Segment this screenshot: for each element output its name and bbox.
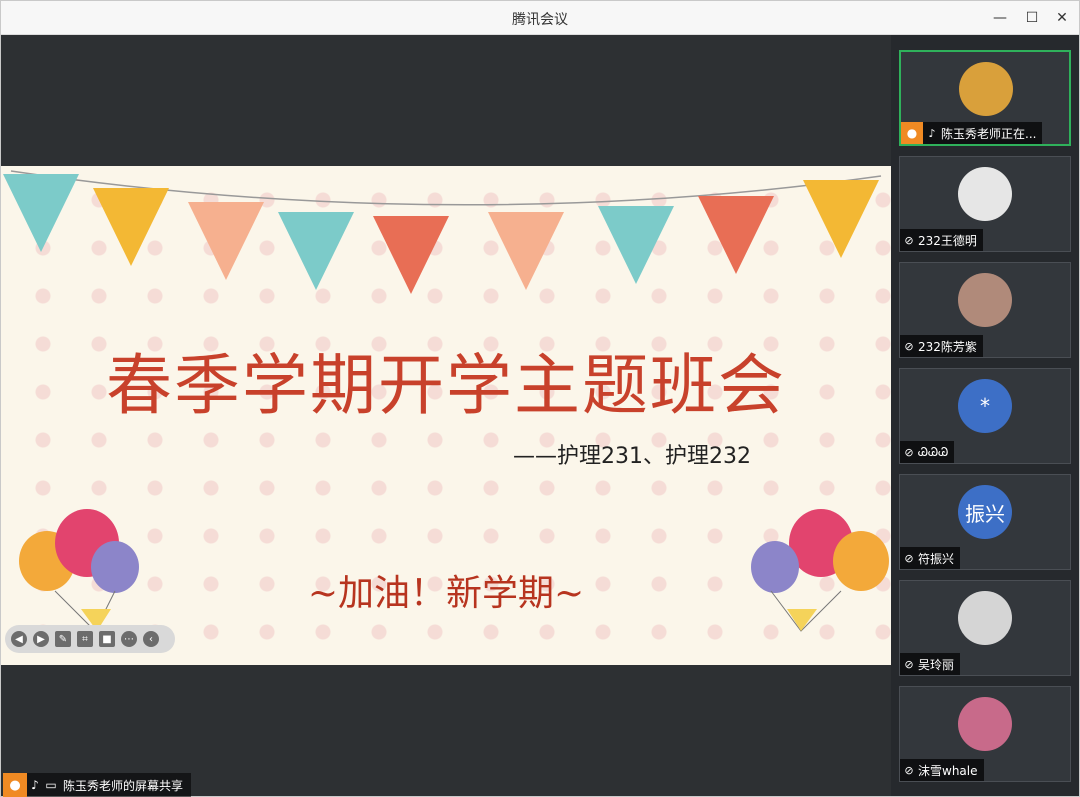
microphone-muted-icon: ⊘: [904, 233, 914, 247]
microphone-muted-icon: ⊘: [904, 551, 914, 565]
participant-name: 吴玲丽: [918, 657, 955, 672]
participant-name-bar: ⊘ 符振兴: [900, 547, 961, 569]
avatar: [958, 697, 1012, 751]
shared-screen-area: 春季学期开学主题班会 ——护理231、护理232 ~加油！新学期~ ◀ ▶ ✎ …: [1, 35, 891, 797]
slide-slogan: ~加油！新学期~: [307, 573, 585, 614]
bunting-flag: [278, 212, 354, 290]
participant-name: 沫雪whale: [918, 763, 978, 778]
window-title: 腾讯会议: [512, 12, 568, 28]
next-slide-icon[interactable]: ▶: [33, 631, 49, 647]
camera-icon[interactable]: ■: [99, 631, 115, 647]
participant-tile[interactable]: ● ♪ 陈玉秀老师正在...: [899, 50, 1071, 146]
slide-subtitle: ——护理231、护理232: [513, 444, 751, 469]
previous-slide-icon[interactable]: ◀: [11, 631, 27, 647]
bunting-flag: [93, 188, 169, 266]
participant-name-bar: ⊘ 232陈芳紫: [900, 335, 983, 357]
collapse-icon[interactable]: ‹: [143, 631, 159, 647]
participant-name: 陈玉秀老师正在...: [941, 126, 1037, 141]
participant-name-bar: ● ♪ 陈玉秀老师正在...: [901, 122, 1043, 144]
screen-share-label: 陈玉秀老师的屏幕共享: [63, 778, 184, 793]
bunting-decoration: [3, 170, 882, 294]
slide-title: 春季学期开学主题班会: [106, 347, 786, 424]
screen-share-indicator: ● ♪ ▭ 陈玉秀老师的屏幕共享: [3, 773, 192, 797]
user-icon: ●: [901, 122, 923, 144]
minimize-button[interactable]: —: [989, 7, 1011, 29]
participant-list: ● ♪ 陈玉秀老师正在... ⊘ 232王德明 ⊘ 232陈芳紫 * ⊘ ᏊᏊᏊ 振兴 ⊘ 符振兴 ⊘ 吴玲…: [891, 35, 1079, 796]
close-button[interactable]: ✕: [1051, 7, 1073, 29]
bunting-flag: [488, 212, 564, 290]
participant-name: ᏊᏊᏊ: [918, 444, 949, 459]
avatar: [958, 167, 1012, 221]
bunting-flag: [373, 216, 449, 294]
screenshot-icon[interactable]: ⌗: [77, 631, 93, 647]
pen-icon[interactable]: ✎: [55, 631, 71, 647]
participant-tile[interactable]: ⊘ 232陈芳紫: [899, 262, 1071, 358]
participant-tile[interactable]: 振兴 ⊘ 符振兴: [899, 474, 1071, 570]
participant-name-bar: ⊘ 232王德明: [900, 229, 983, 251]
avatar: *: [958, 379, 1012, 433]
bunting-flag: [598, 206, 674, 284]
participant-tile[interactable]: * ⊘ ᏊᏊᏊ: [899, 368, 1071, 464]
title-bar: 腾讯会议 — ☐ ✕: [1, 1, 1079, 35]
microphone-icon: ♪: [31, 778, 39, 792]
participant-tile[interactable]: ⊘ 沫雪whale: [899, 686, 1071, 782]
meeting-window: 腾讯会议 — ☐ ✕ 春季学期开学主题班会 ——护理231、护理232 ~加油！…: [0, 0, 1080, 797]
user-icon: ●: [3, 773, 27, 797]
more-icon[interactable]: ⋯: [121, 631, 137, 647]
maximize-button[interactable]: ☐: [1021, 7, 1043, 29]
bunting-flag: [3, 174, 79, 252]
avatar: [959, 62, 1013, 116]
participant-name-bar: ⊘ 沫雪whale: [900, 759, 984, 781]
avatar: [958, 591, 1012, 645]
screen-share-icon: ▭: [45, 778, 57, 792]
bunting-flag: [803, 180, 879, 258]
participant-name: 符振兴: [918, 551, 955, 566]
microphone-muted-icon: ⊘: [904, 445, 914, 459]
participant-name: 232陈芳紫: [918, 339, 977, 354]
microphone-icon: ♪: [928, 126, 936, 140]
participant-tile[interactable]: ⊘ 吴玲丽: [899, 580, 1071, 676]
avatar: 振兴: [958, 485, 1012, 539]
avatar: [958, 273, 1012, 327]
microphone-muted-icon: ⊘: [904, 657, 914, 671]
bunting-flag: [698, 196, 774, 274]
microphone-muted-icon: ⊘: [904, 763, 914, 777]
bunting-flag: [188, 202, 264, 280]
participant-name: 232王德明: [918, 233, 977, 248]
participant-name-bar: ⊘ 吴玲丽: [900, 653, 961, 675]
participant-tile[interactable]: ⊘ 232王德明: [899, 156, 1071, 252]
microphone-muted-icon: ⊘: [904, 339, 914, 353]
presentation-slide: 春季学期开学主题班会 ——护理231、护理232 ~加油！新学期~ ◀ ▶ ✎ …: [1, 166, 891, 665]
presentation-toolbar: ◀ ▶ ✎ ⌗ ■ ⋯ ‹: [5, 625, 175, 653]
participant-name-bar: ⊘ ᏊᏊᏊ: [900, 441, 955, 463]
